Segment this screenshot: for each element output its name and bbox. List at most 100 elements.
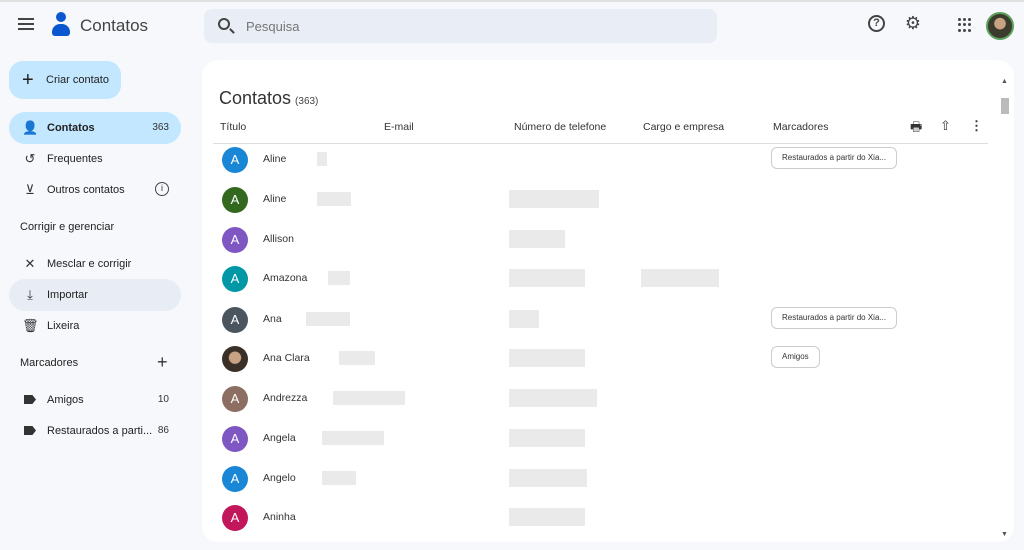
history-icon: ↺ <box>24 151 36 166</box>
contact-avatar: A <box>222 187 248 213</box>
info-icon[interactable]: i <box>155 182 169 196</box>
sidebar-item-count: 363 <box>152 122 169 133</box>
label-chip[interactable]: Restaurados a partir do Xia... <box>771 307 898 329</box>
label-chip[interactable]: Restaurados a partir do Xia... <box>771 147 898 169</box>
redacted-phone <box>509 310 539 328</box>
sidebar-item-label: Outros contatos <box>47 184 125 196</box>
column-header-phone[interactable]: Número de telefone <box>514 121 606 133</box>
contact-avatar: A <box>222 307 248 333</box>
sidebar-item-label: Restaurados a parti... <box>47 425 153 437</box>
redacted-phone <box>509 469 587 487</box>
person-icon: 👤 <box>22 120 39 135</box>
redacted-surname <box>322 471 356 485</box>
fix-manage-heading: Corrigir e gerenciar <box>20 221 115 233</box>
scrollbar[interactable]: ▲ ▼ <box>998 74 1012 540</box>
sidebar-item-label: Frequentes <box>47 153 103 165</box>
scroll-down-icon[interactable]: ▼ <box>1001 531 1008 538</box>
column-header-title[interactable]: Título <box>220 121 246 133</box>
sidebar-item-mesclar[interactable]: ✕ Mesclar e corrigir <box>9 248 181 280</box>
sidebar-item-label: Contatos <box>47 122 95 134</box>
trash-icon: 🗑 <box>22 318 39 333</box>
redacted-surname <box>316 152 327 166</box>
sidebar-label-amigos[interactable]: Amigos 10 <box>9 384 181 416</box>
contact-avatar: A <box>222 426 248 452</box>
scroll-up-icon[interactable]: ▲ <box>1001 78 1008 85</box>
redacted-phone <box>509 508 585 526</box>
contact-avatar: A <box>222 227 248 253</box>
contact-name: Andrezza <box>263 392 308 404</box>
contact-avatar: A <box>222 466 248 492</box>
sidebar-item-outros-contatos[interactable]: ⊻ Outros contatos i <box>9 174 181 206</box>
sidebar-item-contatos[interactable]: 👤 Contatos 363 <box>9 112 181 144</box>
redacted-phone <box>509 190 599 208</box>
sidebar-item-count: 86 <box>157 425 169 436</box>
contact-name: Angelo <box>263 472 296 484</box>
table-row[interactable]: A Aninha <box>213 498 988 538</box>
apps-grid-icon[interactable] <box>958 18 972 32</box>
redacted-surname <box>322 431 384 445</box>
table-row[interactable]: Ana Clara Amigos <box>213 339 988 379</box>
label-icon <box>22 392 38 408</box>
redacted-surname <box>305 312 350 326</box>
contact-avatar: A <box>222 386 248 412</box>
search-input[interactable]: Pesquisa <box>204 9 717 43</box>
sidebar-label-restaurados[interactable]: Restaurados a parti... 86 <box>9 415 181 447</box>
top-bar: Contatos Pesquisa ? ⚙ <box>0 2 1024 50</box>
contacts-logo-icon <box>50 12 72 38</box>
redacted-phone <box>509 230 565 248</box>
redacted-surname <box>333 391 405 405</box>
more-options-icon[interactable]: ⋮ <box>970 118 983 134</box>
table-row[interactable]: A Aline Restaurados a partir do Xia... <box>213 140 988 180</box>
redacted-phone <box>509 349 585 367</box>
contact-name: Aline <box>263 153 287 165</box>
table-row[interactable]: A Amazona <box>213 259 988 299</box>
settings-gear-icon[interactable]: ⚙ <box>902 13 924 35</box>
sidebar-item-count: 10 <box>157 394 169 405</box>
search-placeholder: Pesquisa <box>246 19 300 34</box>
add-label-button[interactable]: + <box>157 352 168 373</box>
label-icon <box>22 423 38 439</box>
column-header-job[interactable]: Cargo e empresa <box>643 121 724 133</box>
contacts-list-panel: Contatos (363) Título E-mail Número de te… <box>202 60 1014 542</box>
redacted-phone <box>509 429 585 447</box>
label-chip[interactable]: Amigos <box>771 346 820 368</box>
table-row[interactable]: A Andrezza <box>213 379 988 419</box>
contact-avatar: A <box>222 505 248 531</box>
archive-download-icon: ⊻ <box>25 182 35 197</box>
contact-name: Ana Clara <box>263 352 310 364</box>
column-header-labels[interactable]: Marcadores <box>773 121 828 133</box>
labels-heading: Marcadores <box>20 357 79 369</box>
table-row[interactable]: A Angela <box>213 419 988 459</box>
table-row[interactable]: A Aline <box>213 180 988 220</box>
sidebar-item-label: Lixeira <box>47 320 80 332</box>
redacted-phone <box>509 389 597 407</box>
contact-name: Aline <box>263 193 287 205</box>
print-icon[interactable]: 🖶 <box>910 118 922 140</box>
contact-name: Angela <box>263 432 296 444</box>
sidebar-item-label: Importar <box>47 289 88 301</box>
redacted-surname <box>327 271 350 285</box>
help-icon[interactable]: ? <box>868 15 885 32</box>
contact-avatar <box>222 346 248 372</box>
contact-name: Aninha <box>263 511 296 523</box>
table-row[interactable]: A Allison <box>213 220 988 260</box>
column-header-email[interactable]: E-mail <box>384 121 414 133</box>
main-menu-button[interactable] <box>16 15 36 35</box>
contact-avatar: A <box>222 147 248 173</box>
plus-icon: + <box>22 69 34 91</box>
redacted-job <box>641 269 719 287</box>
account-avatar[interactable] <box>986 12 1014 40</box>
sidebar-item-frequentes[interactable]: ↺ Frequentes <box>9 143 181 175</box>
export-icon[interactable]: ⇧ <box>940 118 951 134</box>
redacted-surname <box>316 192 351 206</box>
sidebar-item-importar[interactable]: ⤓ Importar <box>9 279 181 311</box>
tools-icon: ✕ <box>24 256 36 271</box>
table-row[interactable]: A Ana Restaurados a partir do Xia... <box>213 300 988 340</box>
redacted-phone <box>509 269 585 287</box>
sidebar-item-label: Mesclar e corrigir <box>47 258 132 270</box>
scrollbar-thumb[interactable] <box>1001 98 1009 114</box>
search-icon <box>218 18 230 30</box>
sidebar-item-lixeira[interactable]: 🗑 Lixeira <box>9 310 181 342</box>
table-row[interactable]: A Angelo <box>213 459 988 499</box>
create-contact-button[interactable]: + Criar contato <box>9 61 121 99</box>
